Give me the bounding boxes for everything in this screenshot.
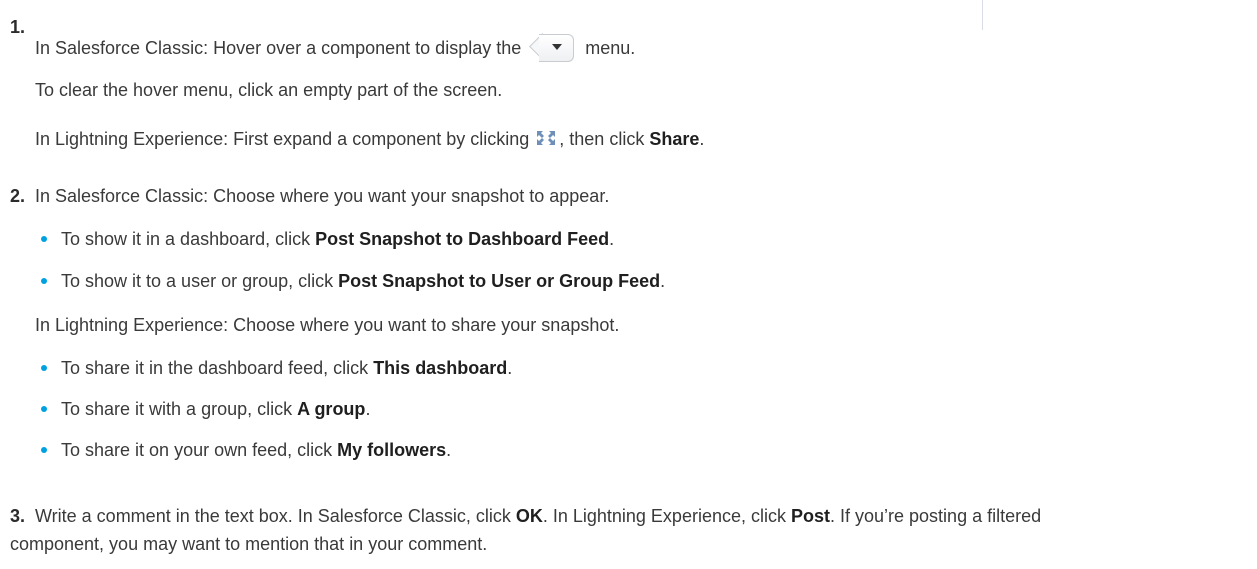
ok-label: OK — [515, 506, 543, 526]
bullet-end: . — [660, 271, 666, 291]
bullet-end: . — [609, 229, 615, 249]
expand-icon — [535, 129, 558, 148]
step2-lightning-intro: In Lightning Experience: Choose where yo… — [35, 315, 620, 335]
bullet-end: . — [446, 440, 452, 460]
dropdown-menu-icon — [529, 33, 575, 63]
help-page: 1. In Salesforce Classic: Hover over a c… — [0, 0, 1257, 569]
step3-part: . In Lightning Experience, click — [542, 506, 791, 526]
step1-lightning-end: . — [699, 129, 705, 149]
step2-classic-bullet: To show it in a dashboard, click Post Sn… — [61, 227, 614, 251]
step-number: 2. — [10, 186, 26, 206]
step1-classic-suffix: menu. — [585, 38, 636, 58]
step3-part: Write a comment in the text box. In Sale… — [35, 506, 516, 526]
bullet-action: Post Snapshot to User or Group Feed — [338, 271, 661, 291]
bullet-action: My followers — [337, 440, 447, 460]
step2-classic-bullet: To show it to a user or group, click Pos… — [61, 269, 665, 293]
bullet-prefix: To share it in the dashboard feed, click — [61, 358, 374, 378]
post-label: Post — [790, 506, 830, 526]
step1-clear-hint: To clear the hover menu, click an empty … — [35, 80, 503, 100]
bullet-marker — [41, 365, 47, 371]
share-label: Share — [649, 129, 700, 149]
bullet-marker — [41, 406, 47, 412]
bullet-end: . — [365, 399, 371, 419]
bullet-end: . — [507, 358, 513, 378]
bullet-marker — [41, 447, 47, 453]
step3-line2: component, you may want to mention that … — [10, 534, 488, 554]
step2-lightning-bullet: To share it with a group, click A group. — [61, 397, 370, 421]
step2-lightning-bullet: To share it in the dashboard feed, click… — [61, 356, 512, 380]
step2-classic-intro: In Salesforce Classic: Choose where you … — [35, 186, 610, 206]
bullet-prefix: To show it in a dashboard, click — [61, 229, 316, 249]
step1-lightning-prefix: In Lightning Experience: First expand a … — [35, 129, 530, 149]
step1-classic-prefix: In Salesforce Classic: Hover over a comp… — [35, 38, 522, 58]
bullet-action: Post Snapshot to Dashboard Feed — [315, 229, 610, 249]
step1-classic-text: In Salesforce Classic: Hover over a comp… — [35, 33, 636, 63]
step-number: 1. — [10, 17, 26, 37]
step2-lightning-bullet: To share it on your own feed, click My f… — [61, 438, 451, 462]
bullet-action: This dashboard — [373, 358, 508, 378]
step-number: 3. — [10, 506, 26, 526]
step3-part: . If you’re posting a filtered — [830, 506, 1042, 526]
column-divider — [982, 0, 983, 30]
step1-lightning-text: In Lightning Experience: First expand a … — [35, 127, 704, 151]
step3-text: Write a comment in the text box. In Sale… — [35, 504, 1041, 528]
step1-lightning-mid: , then click — [559, 129, 650, 149]
bullet-action: A group — [297, 399, 366, 419]
bullet-prefix: To share it with a group, click — [61, 399, 298, 419]
bullet-prefix: To share it on your own feed, click — [61, 440, 338, 460]
bullet-marker — [41, 236, 47, 242]
bullet-marker — [41, 278, 47, 284]
bullet-prefix: To show it to a user or group, click — [61, 271, 339, 291]
